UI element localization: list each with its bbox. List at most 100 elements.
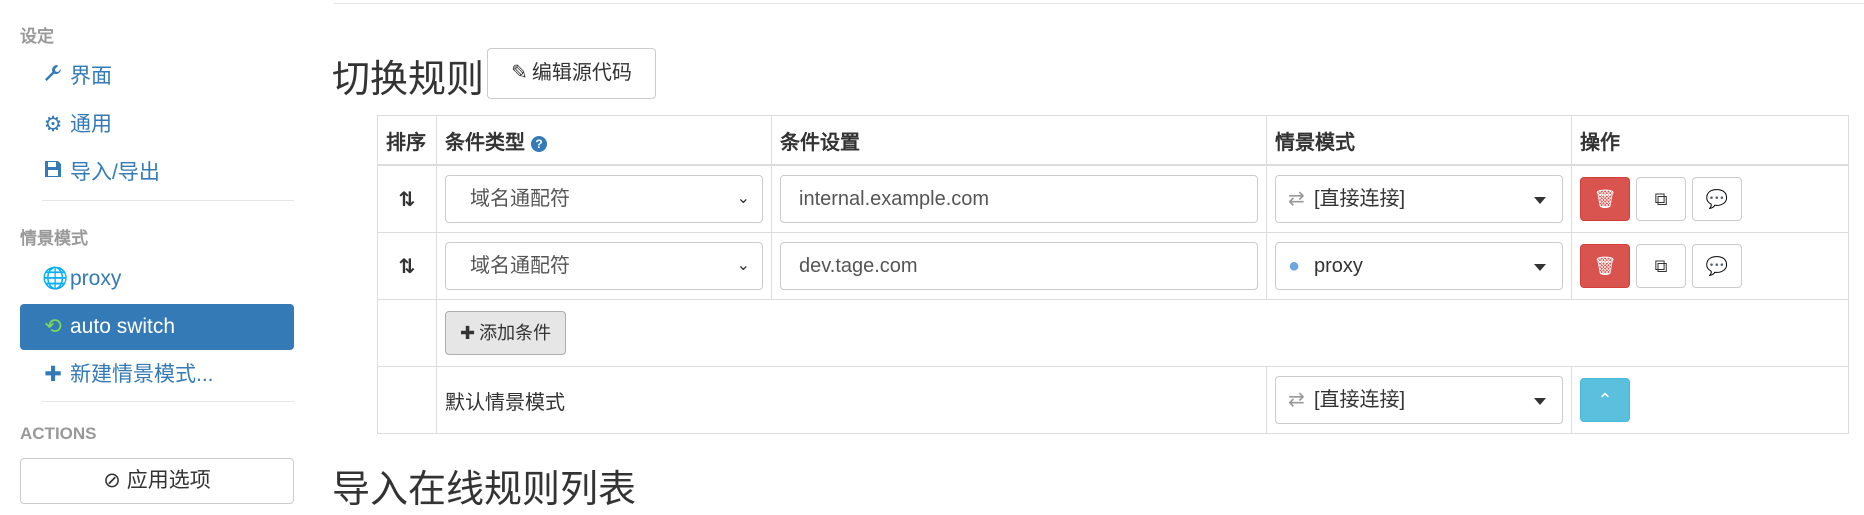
add-condition-label: 添加条件 bbox=[479, 323, 552, 343]
table-row: ⇅ 域名通配符 ⌄ internal.example.com ⇄ [直接连接] 🗑… bbox=[377, 164, 1849, 233]
delete-button[interactable]: 🗑 bbox=[1580, 244, 1630, 288]
exchange-icon: ⇄ bbox=[1288, 389, 1305, 411]
condition-setting-cell: internal.example.com bbox=[771, 164, 1267, 233]
save-icon bbox=[42, 150, 64, 196]
chevron-up-icon: ⌃ bbox=[1597, 390, 1613, 410]
gear-icon: ⚙ bbox=[43, 113, 63, 136]
table-row: ⇅ 域名通配符 ⌄ dev.tage.com ● proxy 🗑 ⧉ 💬 bbox=[377, 232, 1849, 300]
condition-type-cell: 域名通配符 ⌄ bbox=[436, 164, 772, 233]
profiles-section-header: 情景模式 bbox=[20, 229, 88, 248]
default-actions-cell: ⌃ bbox=[1571, 366, 1849, 434]
edit-icon: ✎ bbox=[511, 62, 528, 84]
condition-setting-input[interactable]: internal.example.com bbox=[780, 175, 1258, 223]
default-profile-value: [直接连接] bbox=[1314, 389, 1406, 411]
condition-type-cell: 域名通配符 ⌄ bbox=[436, 232, 772, 300]
comment-button[interactable]: 💬 bbox=[1692, 244, 1742, 288]
profile-value: [直接连接] bbox=[1314, 188, 1406, 210]
header-condition-type: 条件类型? bbox=[436, 115, 772, 166]
apply-options-button[interactable]: ⊘ 应用选项 bbox=[20, 458, 294, 504]
profile-select[interactable]: ● proxy bbox=[1275, 242, 1563, 290]
condition-type-select[interactable]: 域名通配符 ⌄ bbox=[445, 242, 763, 290]
profile-cell: ⇄ [直接连接] bbox=[1266, 164, 1572, 233]
profile-cell: ● proxy bbox=[1266, 232, 1572, 300]
sidebar-item-general[interactable]: ⚙ 通用 bbox=[20, 102, 294, 148]
trash-icon: 🗑 bbox=[1593, 189, 1617, 209]
default-label-cell: 默认情景模式 bbox=[436, 366, 1267, 434]
edit-source-button[interactable]: ✎ 编辑源代码 bbox=[487, 48, 656, 99]
globe-icon: 🌐 bbox=[42, 267, 69, 290]
add-condition-cell: ✚ 添加条件 bbox=[436, 299, 1849, 367]
header-sort: 排序 bbox=[377, 115, 437, 166]
copy-icon: ⧉ bbox=[1654, 189, 1668, 209]
sidebar-item-label: auto switch bbox=[70, 315, 176, 338]
divider bbox=[42, 200, 294, 201]
actions-cell: 🗑 ⧉ 💬 bbox=[1571, 232, 1849, 300]
sort-icon: ⇅ bbox=[398, 255, 416, 278]
comment-icon: 💬 bbox=[1705, 256, 1729, 276]
sidebar-item-label: proxy bbox=[70, 267, 122, 290]
actions-section-header: ACTIONS bbox=[20, 424, 97, 443]
profile-value: proxy bbox=[1314, 255, 1363, 277]
sidebar-item-label: 导入/导出 bbox=[70, 161, 160, 184]
condition-type-select[interactable]: 域名通配符 ⌄ bbox=[445, 175, 763, 223]
help-icon[interactable]: ? bbox=[531, 135, 547, 152]
delete-button[interactable]: 🗑 bbox=[1580, 177, 1630, 221]
sidebar-item-ui[interactable]: 界面 bbox=[20, 54, 294, 100]
settings-section-header: 设定 bbox=[20, 27, 54, 46]
check-circle-icon: ⊘ bbox=[103, 469, 121, 492]
copy-button[interactable]: ⧉ bbox=[1636, 244, 1686, 288]
wrench-icon bbox=[42, 54, 64, 100]
header-condition-setting: 条件设置 bbox=[771, 115, 1267, 166]
copy-button[interactable]: ⧉ bbox=[1636, 177, 1686, 221]
default-profile-row: 默认情景模式 ⇄ [直接连接] ⌃ bbox=[377, 366, 1849, 434]
sort-handle[interactable]: ⇅ bbox=[377, 232, 437, 300]
plus-icon: ✚ bbox=[460, 323, 476, 343]
sidebar-item-import-export[interactable]: 导入/导出 bbox=[20, 150, 294, 196]
empty-cell bbox=[377, 366, 437, 434]
default-profile-cell: ⇄ [直接连接] bbox=[1266, 366, 1572, 434]
chevron-down-icon: ⌄ bbox=[736, 190, 750, 207]
sidebar-item-proxy[interactable]: 🌐proxy bbox=[20, 256, 294, 302]
caret-down-icon bbox=[1534, 197, 1546, 204]
divider bbox=[42, 401, 294, 402]
actions-cell: 🗑 ⧉ 💬 bbox=[1571, 164, 1849, 233]
copy-icon: ⧉ bbox=[1654, 256, 1668, 276]
sort-icon: ⇅ bbox=[398, 188, 416, 211]
edit-source-label: 编辑源代码 bbox=[531, 62, 632, 84]
exchange-icon: ⇄ bbox=[1288, 188, 1305, 210]
condition-type-value: 域名通配符 bbox=[470, 188, 570, 210]
trash-icon: 🗑 bbox=[1593, 256, 1617, 276]
condition-setting-cell: dev.tage.com bbox=[771, 232, 1267, 300]
sidebar-item-new-profile[interactable]: ✚ 新建情景模式... bbox=[20, 352, 294, 398]
sidebar-item-label: 通用 bbox=[70, 113, 112, 136]
table-header-row: 排序 条件类型? 条件设置 情景模式 操作 bbox=[377, 115, 1849, 166]
caret-down-icon bbox=[1534, 398, 1546, 405]
condition-type-value: 域名通配符 bbox=[470, 255, 570, 277]
comment-icon: 💬 bbox=[1705, 189, 1729, 209]
sidebar-item-auto-switch[interactable]: ⟲ auto switch bbox=[20, 304, 294, 350]
condition-setting-input[interactable]: dev.tage.com bbox=[780, 242, 1258, 290]
sidebar-item-label: 界面 bbox=[70, 65, 112, 88]
import-rules-title: 导入在线规则列表 bbox=[332, 469, 637, 511]
globe-icon: ● bbox=[1288, 255, 1301, 277]
sort-handle[interactable]: ⇅ bbox=[377, 164, 437, 233]
collapse-button[interactable]: ⌃ bbox=[1580, 378, 1630, 422]
top-divider bbox=[334, 3, 1864, 4]
retweet-icon: ⟲ bbox=[44, 315, 62, 338]
empty-cell bbox=[377, 299, 437, 367]
profile-select[interactable]: ⇄ [直接连接] bbox=[1275, 175, 1563, 223]
apply-label: 应用选项 bbox=[126, 469, 211, 492]
plus-icon: ✚ bbox=[44, 363, 62, 386]
add-condition-button[interactable]: ✚ 添加条件 bbox=[445, 311, 567, 355]
caret-down-icon bbox=[1534, 264, 1546, 271]
header-profile: 情景模式 bbox=[1266, 115, 1572, 166]
sidebar-item-label: 新建情景模式... bbox=[70, 363, 214, 386]
header-condition-type-label: 条件类型 bbox=[445, 131, 525, 154]
chevron-down-icon: ⌄ bbox=[736, 257, 750, 274]
page-title: 切换规则 bbox=[332, 59, 485, 101]
header-actions: 操作 bbox=[1571, 115, 1849, 166]
rules-table: 排序 条件类型? 条件设置 情景模式 操作 ⇅ 域名通配符 ⌄ internal… bbox=[377, 115, 1849, 434]
comment-button[interactable]: 💬 bbox=[1692, 177, 1742, 221]
default-profile-select[interactable]: ⇄ [直接连接] bbox=[1275, 376, 1563, 424]
add-condition-row: ✚ 添加条件 bbox=[377, 299, 1849, 367]
